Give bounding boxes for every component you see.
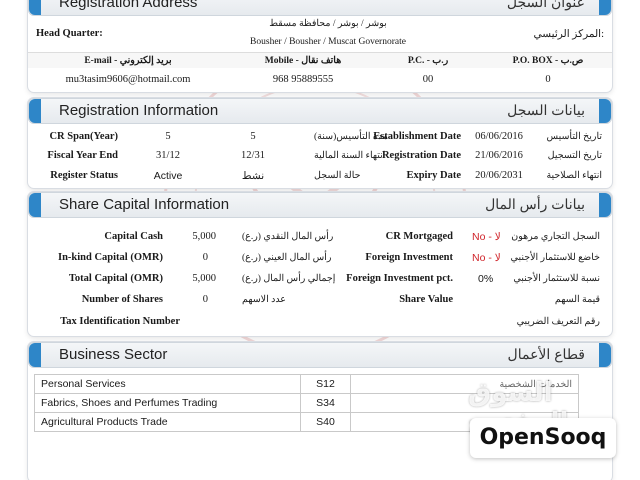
sector-description: Agricultural Products Trade [34,412,301,432]
header-accent-right [599,99,611,123]
opensooq-logo: OpenSooq [470,418,616,458]
sector-code: S12 [300,374,351,394]
cr-mortgaged-value: No - لا [472,231,501,243]
register-status-value: Active [153,170,183,182]
number-of-shares-label-ar: عدد الاسهم [242,295,286,305]
business-sector-header: Business Sector قطاع الأعمال [28,342,612,368]
foreign-investment-pct-label: Foreign Investment pct. [346,273,453,284]
header-accent-left [29,343,41,367]
cr-span-value: 5 [165,131,171,142]
fiscal-year-end-value-ar: 12/31 [241,150,265,161]
col-mobile: Mobile - هاتف نقال [264,56,342,66]
sector-description: Personal Services [34,374,301,394]
section-title-ar: بيانات السجل [507,102,585,118]
in-kind-capital-label: In-kind Capital (OMR) [57,252,163,263]
registration-date-label-ar: تاريخ التسجيل [547,151,602,161]
hq-value-ar: بوشر / بوشر / محافظة مسقط [269,19,387,29]
header-accent-right [599,193,611,217]
sector-description: Fabrics, Shoes and Perfumes Trading [34,393,301,413]
email-value: mu3tasim9606@hotmail.com [65,74,191,85]
cr-span-label: CR Span(Year) [49,131,118,142]
section-title-ar: قطاع الأعمال [507,346,585,362]
section-title-en: Registration Information [59,102,219,119]
section-title-ar: بيانات رأس المال [485,196,585,212]
expiry-date-label-ar: انتهاء الصلاحية [546,171,602,181]
pobox-value: 0 [545,74,551,85]
tax-id-label-ar: رقم التعريف الضريبي [516,317,600,327]
col-email: E-mail - بريد إلكتروني [84,56,172,66]
registration-address-panel: Registration Address عنوان السجل Head Qu… [28,0,612,92]
section-title-en: Share Capital Information [59,196,230,213]
capital-cash-value: 5,000 [192,231,216,242]
foreign-investment-label-ar: خاضع للاستثمار الأجنبي [510,253,600,263]
col-pobox: P.O. BOX - ص.ب [512,56,584,66]
foreign-investment-label: Foreign Investment [365,252,453,263]
establishment-date-value: 06/06/2016 [475,131,523,142]
expiry-date-value: 20/06/2031 [475,170,523,181]
number-of-shares-label: Number of Shares [81,294,163,305]
register-status-value-ar: نشط [241,171,265,182]
registration-info-panel: Registration Information بيانات السجل CR… [28,98,612,188]
capital-cash-label-ar: رأس المال النقدي (ر.ع) [242,232,334,242]
header-accent-right [599,0,611,15]
registration-date-value: 21/06/2016 [475,150,523,161]
header-accent-right [599,343,611,367]
head-quarter-label-ar: المركز الرئيسي: [533,29,604,40]
registration-date-label: Registration Date [381,150,461,161]
mobile-value: 968 95889555 [272,74,334,85]
sector-code: S40 [300,412,351,432]
share-value-label-ar: قيمة السهم [554,295,600,305]
fiscal-year-end-value: 31/12 [156,150,180,161]
in-kind-capital-label-ar: رأس المال العيني (ر.ع) [242,253,332,263]
register-status-label: Register Status [50,170,118,181]
cr-mortgaged-label: CR Mortgaged [385,231,453,242]
registration-address-header: Registration Address عنوان السجل [28,0,612,16]
foreign-investment-pct-label-ar: نسبة للاستثمار الأجنبي [513,274,600,284]
total-capital-label: Total Capital (OMR) [68,273,163,284]
share-value-label: Share Value [399,294,453,305]
sector-code: S34 [300,393,351,413]
header-accent-left [29,99,41,123]
header-accent-left [29,193,41,217]
establishment-date-label-ar: تاريخ التأسيس [546,132,602,142]
cr-span-value-ar: 5 [250,131,256,142]
header-accent-left [29,0,41,15]
capital-cash-label: Capital Cash [104,231,163,242]
hq-value-en: Bousher / Bousher / Muscat Governorate [250,37,406,47]
section-title-en: Business Sector [59,346,168,363]
head-quarter-label: Head Quarter: [36,28,103,39]
section-title-en: Registration Address [59,0,198,11]
registration-info-header: Registration Information بيانات السجل [28,98,612,124]
pc-value: 00 [422,74,434,85]
section-title-ar: عنوان السجل [506,0,585,10]
foreign-investment-value: No - لا [472,252,501,264]
address-columns-row: E-mail - بريد إلكتروني Mobile - هاتف نقا… [28,52,612,68]
register-status-label-ar: حالة السجل [314,171,361,181]
expiry-date-label: Expiry Date [406,170,461,181]
establishment-date-label: Establishment Date [373,131,461,142]
total-capital-label-ar: إجمالي رأس المال (ر.ع) [242,274,336,284]
in-kind-capital-value: 0 [202,252,208,263]
tax-id-label: Tax Identification Number [60,316,180,327]
share-capital-panel: Share Capital Information بيانات رأس الم… [28,192,612,336]
number-of-shares-value: 0 [202,294,208,305]
fiscal-year-end-label: Fiscal Year End [47,150,118,161]
cr-mortgaged-label-ar: السجل التجاري مرهون [511,232,600,242]
foreign-investment-pct-value: 0% [478,273,494,285]
share-capital-header: Share Capital Information بيانات رأس الم… [28,192,612,218]
col-pc: P.C. - ر.ب [407,56,449,66]
total-capital-value: 5,000 [192,273,216,284]
